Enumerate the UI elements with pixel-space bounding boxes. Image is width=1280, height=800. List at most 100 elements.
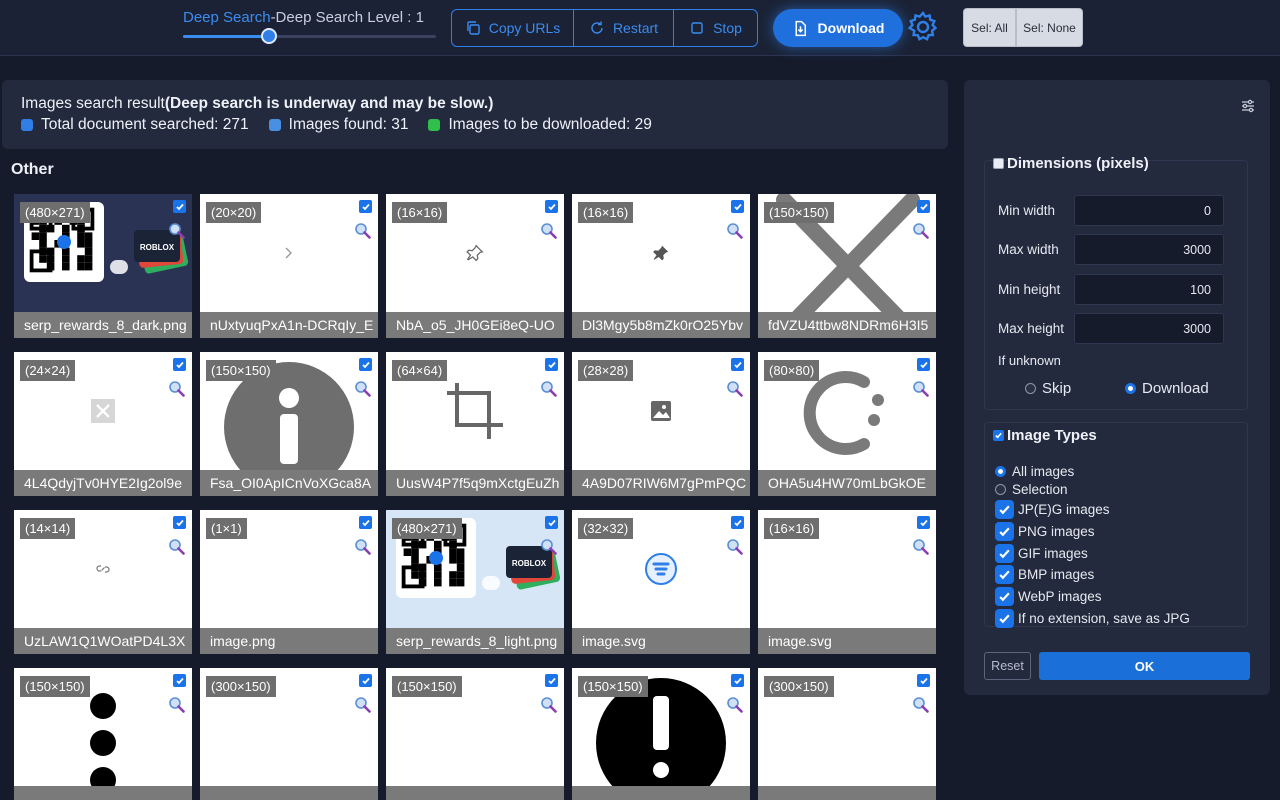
zoom-icon[interactable]: [726, 380, 743, 397]
summary-title-note: (Deep search is underway and may be slow…: [164, 95, 494, 112]
zoom-icon[interactable]: [168, 538, 185, 555]
no-extension-checkbox[interactable]: If no extension, save as JPG: [995, 609, 1190, 628]
tile-select-checkbox[interactable]: [731, 516, 744, 529]
skip-radio[interactable]: Skip: [1025, 380, 1071, 397]
ok-button[interactable]: OK: [1039, 652, 1250, 680]
stat-found-label: Images found: 31: [288, 116, 409, 133]
dimensions-checkbox[interactable]: [993, 158, 1004, 169]
zoom-icon[interactable]: [912, 696, 929, 713]
stop-button[interactable]: Stop: [674, 10, 757, 46]
image-tile[interactable]: (150×150) fdVZU4ttbw8NDRm6H3I5: [758, 194, 936, 338]
image-tile[interactable]: (28×28) 4A9D07RIW6M7gPmPQC: [572, 352, 750, 496]
gif-checkbox[interactable]: GIF images: [995, 544, 1088, 563]
zoom-icon[interactable]: [168, 380, 185, 397]
image-types-checkbox[interactable]: [993, 430, 1004, 441]
zoom-icon[interactable]: [540, 696, 557, 713]
image-tile[interactable]: (16×16) NbA_o5_JH0GEi8eQ-UO: [386, 194, 564, 338]
zoom-icon[interactable]: [354, 380, 371, 397]
zoom-icon[interactable]: [726, 696, 743, 713]
image-tile[interactable]: (64×64) UusW4P7f5q9mXctgEuZh: [386, 352, 564, 496]
tile-select-checkbox[interactable]: [545, 674, 558, 687]
zoom-icon[interactable]: [912, 380, 929, 397]
stat-total-label: Total document searched: 271: [41, 116, 249, 133]
zoom-icon[interactable]: [540, 222, 557, 239]
image-tile[interactable]: (150×150): [386, 668, 564, 800]
tile-select-checkbox[interactable]: [917, 200, 930, 213]
filter-settings-icon[interactable]: [1240, 98, 1256, 114]
image-tile[interactable]: (14×14) UzLAW1Q1WOatPD4L3X: [14, 510, 192, 654]
gear-icon[interactable]: [906, 10, 940, 44]
tile-select-checkbox[interactable]: [173, 674, 186, 687]
tile-select-checkbox[interactable]: [173, 358, 186, 371]
zoom-icon[interactable]: [912, 538, 929, 555]
copy-urls-button[interactable]: Copy URLs: [452, 10, 574, 46]
image-tile[interactable]: (150×150): [14, 668, 192, 800]
image-tile[interactable]: ROBLOX (480×271) serp_rewards_8_dark.png: [14, 194, 192, 338]
tile-select-checkbox[interactable]: [359, 516, 372, 529]
select-all-button[interactable]: Sel: All: [963, 8, 1016, 47]
reset-button[interactable]: Reset: [984, 652, 1031, 680]
image-tile[interactable]: (20×20) nUxtyuqPxA1n-DCRqIy_E: [200, 194, 378, 338]
image-dimensions: (80×80): [764, 360, 820, 381]
tile-select-checkbox[interactable]: [545, 358, 558, 371]
restart-button[interactable]: Restart: [574, 10, 674, 46]
download-button[interactable]: Download: [773, 9, 903, 47]
zoom-icon[interactable]: [726, 538, 743, 555]
image-tile[interactable]: (1×1) image.png: [200, 510, 378, 654]
bmp-label: BMP images: [1018, 567, 1095, 582]
tile-select-checkbox[interactable]: [359, 674, 372, 687]
checkbox-checked: [995, 587, 1014, 606]
image-tile[interactable]: (300×150): [758, 668, 936, 800]
min-height-input[interactable]: 100: [1074, 274, 1224, 305]
tile-select-checkbox[interactable]: [917, 674, 930, 687]
zoom-icon[interactable]: [168, 222, 185, 239]
tile-select-checkbox[interactable]: [917, 516, 930, 529]
min-width-input[interactable]: 0: [1074, 195, 1224, 226]
selection-radio[interactable]: Selection: [995, 482, 1068, 497]
stat-dot: [268, 119, 281, 131]
zoom-icon[interactable]: [354, 222, 371, 239]
image-dimensions: (24×24): [20, 360, 76, 381]
tile-select-checkbox[interactable]: [545, 516, 558, 529]
zoom-icon[interactable]: [912, 222, 929, 239]
image-tile[interactable]: (150×150) Fsa_OI0ApICnVoXGca8A: [200, 352, 378, 496]
select-none-button[interactable]: Sel: None: [1016, 8, 1083, 47]
image-dimensions: (150×150): [764, 202, 834, 223]
download-radio[interactable]: Download: [1125, 380, 1209, 397]
max-height-input[interactable]: 3000: [1074, 313, 1224, 344]
image-tile[interactable]: (16×16) image.svg: [758, 510, 936, 654]
image-tile[interactable]: (24×24) 4L4QdyjTv0HYE2Ig2ol9e: [14, 352, 192, 496]
deep-search-link[interactable]: Deep Search: [183, 9, 271, 26]
image-tile[interactable]: (300×150): [200, 668, 378, 800]
zoom-icon[interactable]: [726, 222, 743, 239]
tile-select-checkbox[interactable]: [731, 358, 744, 371]
zoom-icon[interactable]: [540, 380, 557, 397]
tile-select-checkbox[interactable]: [731, 674, 744, 687]
tile-select-checkbox[interactable]: [917, 358, 930, 371]
png-checkbox[interactable]: PNG images: [995, 522, 1095, 541]
image-tile[interactable]: (16×16) Dl3Mgy5b8mZk0rO25Ybv: [572, 194, 750, 338]
slider-thumb[interactable]: [261, 28, 278, 44]
max-width-input[interactable]: 3000: [1074, 234, 1224, 265]
stat-dot: [21, 119, 33, 131]
all-images-radio[interactable]: All images: [995, 464, 1074, 479]
tile-select-checkbox[interactable]: [173, 200, 186, 213]
bmp-checkbox[interactable]: BMP images: [995, 565, 1094, 584]
zoom-icon[interactable]: [540, 538, 557, 555]
tile-select-checkbox[interactable]: [359, 200, 372, 213]
image-tile[interactable]: ROBLOX (480×271) serp_rewards_8_light.pn…: [386, 510, 564, 654]
jpeg-checkbox[interactable]: JP(E)G images: [995, 500, 1110, 519]
zoom-icon[interactable]: [354, 696, 371, 713]
tile-select-checkbox[interactable]: [545, 200, 558, 213]
zoom-icon[interactable]: [354, 538, 371, 555]
zoom-icon[interactable]: [168, 696, 185, 713]
deep-search-level-slider[interactable]: [183, 28, 436, 44]
image-tile[interactable]: (150×150): [572, 668, 750, 800]
tile-select-checkbox[interactable]: [731, 200, 744, 213]
webp-checkbox[interactable]: WebP images: [995, 587, 1102, 606]
image-filename: image.svg: [758, 628, 936, 654]
tile-select-checkbox[interactable]: [359, 358, 372, 371]
image-tile[interactable]: (32×32) image.svg: [572, 510, 750, 654]
tile-select-checkbox[interactable]: [173, 516, 186, 529]
image-tile[interactable]: (80×80) OHA5u4HW70mLbGkOE: [758, 352, 936, 496]
